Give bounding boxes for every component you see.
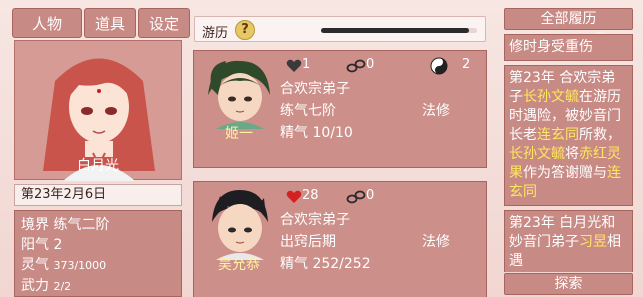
travel-progress-track: [321, 28, 477, 33]
character-path: 法修: [422, 234, 450, 250]
history-highlight-name: 连玄同: [537, 127, 579, 143]
character-name: 吴允恭: [218, 257, 260, 273]
character-name: 姬一: [225, 126, 253, 142]
history-text: 作为答谢赠与: [523, 165, 607, 181]
stat-ling: 灵气 373/1000: [21, 255, 175, 276]
player-name: 白月光: [77, 158, 119, 174]
history-text: 修时身受重伤: [509, 39, 593, 55]
stat-wuli-value: 2/2: [53, 280, 72, 293]
heart-icon: [286, 190, 302, 203]
history-entry: 修时身受重伤: [504, 34, 633, 61]
character-essence: 精气 10/10: [280, 125, 353, 141]
help-icon[interactable]: ?: [235, 20, 255, 40]
character-essence: 精气 252/252: [280, 256, 371, 272]
stat-ling-label: 灵气: [21, 257, 49, 273]
stat-wuli-label: 武力: [21, 278, 49, 294]
history-entry: 第23年 白月光和妙音门弟子习昱相遇: [504, 210, 633, 272]
bond-value: 0: [366, 188, 375, 203]
history-highlight-name: 习昱: [579, 234, 607, 250]
explore-button[interactable]: 探索: [504, 273, 633, 295]
yinyang-value: 2: [462, 57, 471, 72]
character-card[interactable]: 姬一 1 0 2 合欢宗弟子 练气七阶 法修 精气 10/10: [193, 50, 487, 168]
stat-wuli: 武力 2/2: [21, 276, 175, 297]
history-log[interactable]: 修时身受重伤 第23年 合欢宗弟子长孙文毓在游历时遇险，被妙音门长老连玄同所救，长…: [504, 34, 633, 272]
chain-icon: [346, 190, 366, 204]
travel-bar: 游历 ?: [194, 16, 486, 42]
bond-value: 0: [366, 57, 375, 72]
affection-value: 1: [302, 57, 311, 72]
history-highlight-name: 长孙文毓: [509, 146, 565, 162]
all-history-button[interactable]: 全部履历: [504, 8, 633, 30]
history-text: 所救，: [579, 127, 621, 143]
avatar-image: [212, 190, 268, 260]
stat-yang: 阳气 2: [21, 237, 63, 253]
history-text: 将: [565, 146, 579, 162]
tab-person[interactable]: 人物: [12, 8, 82, 38]
travel-progress-fill: [321, 28, 470, 33]
affection-value: 28: [302, 188, 319, 203]
game-date: 第23年2月6日: [14, 184, 182, 206]
history-entry: 第23年 合欢宗弟子长孙文毓在游历时遇险，被妙音门长老连玄同所救，长孙文毓将赤红…: [504, 65, 633, 206]
stat-realm: 境界 练气二阶: [21, 217, 110, 233]
tab-items[interactable]: 道具: [84, 8, 136, 38]
character-path: 法修: [422, 103, 450, 119]
character-realm: 出窍后期: [280, 234, 336, 250]
character-sect: 合欢宗弟子: [280, 212, 350, 228]
player-portrait[interactable]: 白月光: [14, 40, 182, 181]
chain-icon: [346, 59, 366, 73]
tab-settings[interactable]: 设定: [138, 8, 190, 38]
yinyang-icon: [430, 57, 448, 75]
history-highlight-name: 长孙文毓: [523, 89, 579, 105]
stat-ling-value: 373/1000: [53, 259, 107, 272]
player-stats: 境界 练气二阶 阳气 2 灵气 373/1000 武力 2/2: [14, 210, 182, 297]
character-card[interactable]: 吴允恭 28 0 合欢宗弟子 出窍后期 法修 精气 252/252: [193, 181, 487, 297]
character-realm: 练气七阶: [280, 103, 336, 119]
heart-icon: [286, 59, 302, 72]
travel-label: 游历: [202, 26, 229, 41]
character-sect: 合欢宗弟子: [280, 81, 350, 97]
avatar-image: [208, 60, 270, 129]
